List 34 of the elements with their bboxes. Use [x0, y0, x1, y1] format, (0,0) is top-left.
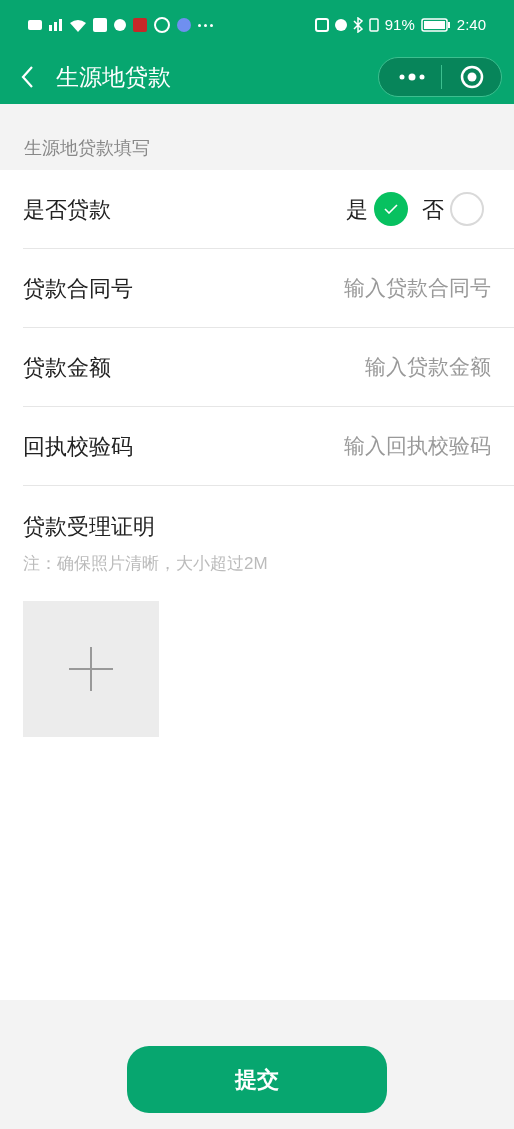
- app-icon: [177, 18, 191, 32]
- field-label: 贷款合同号: [23, 274, 133, 303]
- radio-button[interactable]: [374, 192, 408, 226]
- radio-label: 是: [346, 195, 368, 224]
- back-icon[interactable]: [20, 65, 34, 89]
- radio-label: 否: [422, 195, 444, 224]
- clock: 2:40: [456, 14, 486, 35]
- field-label: 是否贷款: [23, 195, 111, 224]
- battery-percentage: 91%: [384, 14, 415, 35]
- app-icon: [133, 18, 147, 32]
- input-field[interactable]: 输入贷款金额: [271, 351, 491, 383]
- section-header: 生源地贷款填写: [24, 137, 150, 160]
- battery-icon: [420, 18, 451, 32]
- app-icon: [154, 17, 170, 33]
- wifi-icon: [70, 18, 86, 32]
- close-mini-program-icon[interactable]: [460, 65, 484, 89]
- vibrate-icon: [368, 18, 379, 32]
- field-label: 回执校验码: [23, 432, 133, 461]
- submit-button[interactable]: 提交: [127, 1046, 387, 1113]
- input-field[interactable]: 输入贷款合同号: [271, 272, 491, 304]
- radio-button[interactable]: [450, 192, 484, 226]
- more-icon[interactable]: [399, 73, 425, 81]
- bluetooth-icon: [352, 17, 363, 33]
- upload-note: 注：确保照片清晰，大小超过2M: [23, 553, 269, 575]
- plus-icon: [67, 644, 115, 693]
- input-field[interactable]: 输入回执校验码: [271, 430, 491, 462]
- nfc-icon: [314, 18, 329, 32]
- app-icon: [93, 18, 107, 32]
- page-title: 生源地贷款: [56, 62, 171, 92]
- upload-label: 贷款受理证明: [23, 513, 156, 541]
- check-icon: [384, 204, 398, 214]
- more-notifications-icon: [198, 23, 213, 27]
- field-label: 贷款金额: [23, 353, 111, 382]
- signal-icon: [49, 19, 63, 31]
